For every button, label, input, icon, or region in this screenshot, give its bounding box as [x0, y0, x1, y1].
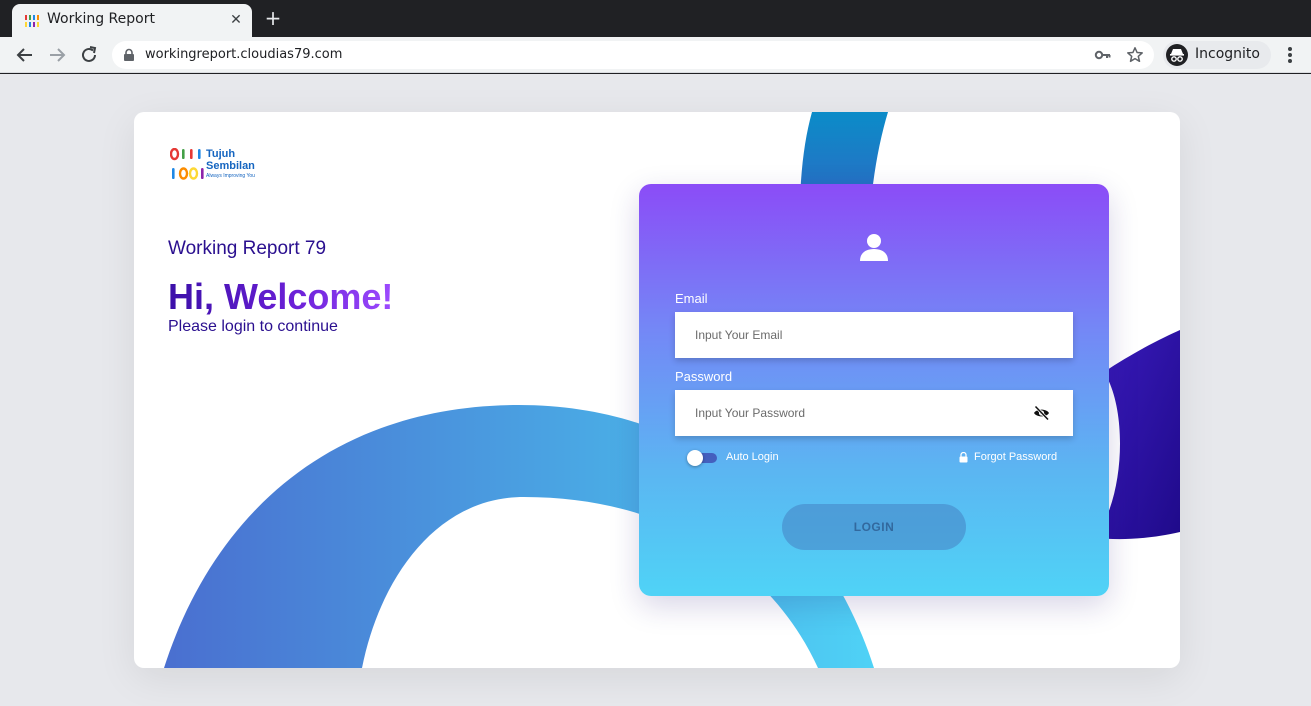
email-label: Email [675, 291, 708, 306]
incognito-label: Incognito [1195, 46, 1260, 62]
forgot-password-label: Forgot Password [974, 451, 1058, 463]
site-favicon-icon [25, 15, 39, 27]
email-field-box [675, 312, 1073, 358]
welcome-subtitle: Please login to continue [168, 318, 338, 335]
browser-toolbar: workingreport.cloudias79.com Incognito [0, 37, 1311, 73]
tab-title: Working Report [47, 11, 155, 27]
logo-mark-icon [169, 147, 204, 180]
tab-strip: Working Report ✕ + [0, 0, 1311, 37]
key-icon[interactable] [1094, 47, 1112, 63]
password-field[interactable] [675, 390, 1073, 436]
reload-icon[interactable] [76, 42, 102, 68]
logo-word-1: Tujuh [206, 148, 236, 160]
company-logo: Tujuh Sembilan Always Improving You [169, 147, 290, 182]
lock-icon [124, 48, 134, 61]
welcome-heading: Hi, Welcome! [168, 276, 394, 317]
url-text: workingreport.cloudias79.com [145, 47, 343, 62]
login-form: Email Password Auto Login [639, 184, 1109, 596]
eye-off-icon[interactable] [1033, 405, 1050, 421]
login-card: Tujuh Sembilan Always Improving You Work… [134, 112, 1180, 668]
incognito-profile-button[interactable]: Incognito [1163, 41, 1271, 69]
password-field-box [675, 390, 1073, 436]
back-icon[interactable] [12, 42, 38, 68]
address-bar[interactable]: workingreport.cloudias79.com [112, 41, 1154, 69]
email-field[interactable] [675, 312, 1073, 358]
bookmark-star-icon[interactable] [1126, 46, 1144, 64]
web-page: Tujuh Sembilan Always Improving You Work… [0, 74, 1311, 706]
more-menu-icon[interactable] [1280, 42, 1300, 68]
auto-login-label: Auto Login [726, 451, 779, 463]
user-icon [860, 234, 888, 261]
app-title: Working Report 79 [168, 238, 327, 259]
new-tab-icon[interactable]: + [262, 7, 284, 29]
toggle-knob [687, 450, 703, 466]
login-button[interactable]: LOGIN [782, 504, 966, 550]
logo-tagline: Always Improving You [206, 173, 255, 179]
incognito-icon [1166, 44, 1188, 66]
forward-icon[interactable] [44, 42, 70, 68]
browser-tab[interactable]: Working Report ✕ [12, 4, 252, 37]
tab-close-icon[interactable]: ✕ [226, 10, 246, 30]
lock-icon [959, 452, 968, 463]
password-label: Password [675, 369, 733, 384]
logo-word-2: Sembilan [206, 160, 255, 172]
auto-login-toggle[interactable] [687, 450, 717, 466]
